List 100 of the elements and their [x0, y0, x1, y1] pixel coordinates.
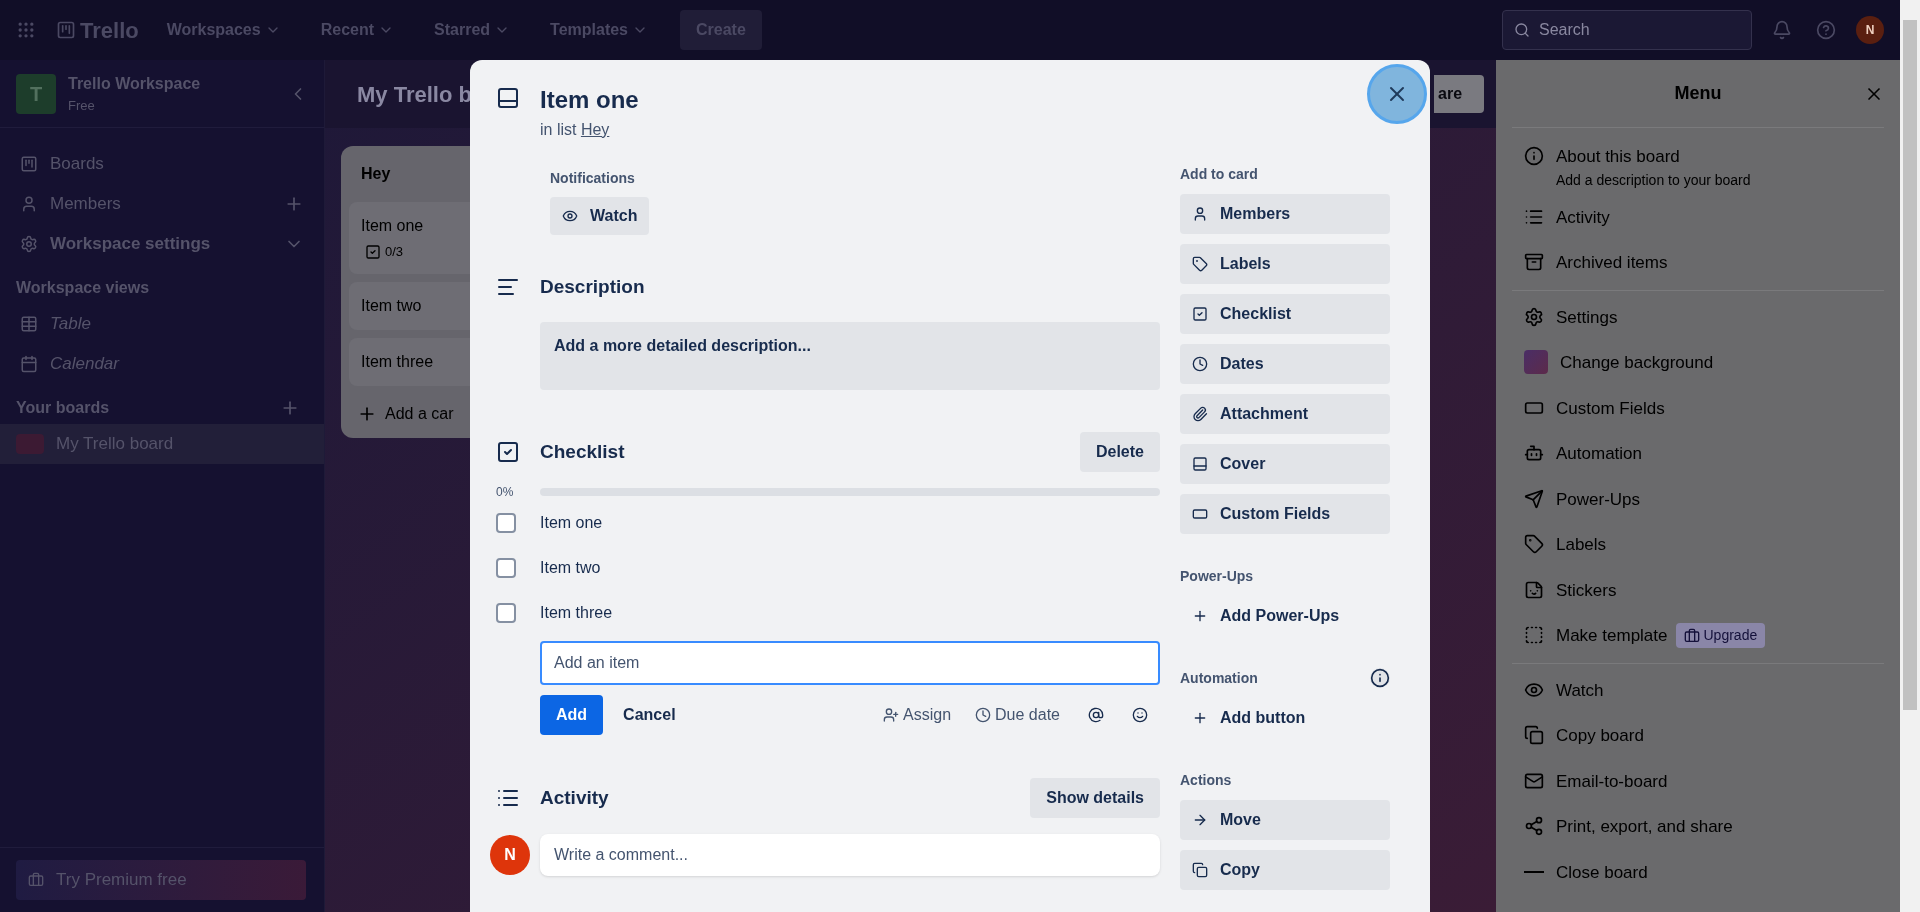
- emoji-icon[interactable]: [1132, 707, 1148, 723]
- search-field[interactable]: Search: [1502, 10, 1752, 50]
- assign-button[interactable]: Assign: [871, 697, 964, 733]
- gear-icon: [20, 235, 38, 253]
- sidebar-button[interactable]: Dates: [1180, 344, 1390, 384]
- menu-item[interactable]: Email-to-board: [1556, 768, 1668, 794]
- settings-icon: [1524, 306, 1544, 327]
- menu-item[interactable]: Close board: [1556, 859, 1648, 885]
- menu-item-description: Add a description to your board: [1556, 170, 1751, 190]
- menu-item[interactable]: Watch: [1556, 677, 1604, 703]
- calendar-icon: [20, 355, 38, 373]
- sidebar-button[interactable]: Add Power-Ups: [1180, 596, 1390, 636]
- section-heading: Activity: [540, 785, 610, 810]
- menu-item[interactable]: Change background: [1560, 350, 1714, 376]
- card-title[interactable]: Item one: [540, 84, 639, 116]
- menu-item[interactable]: About this board: [1556, 144, 1680, 170]
- delete-button[interactable]: Delete: [1079, 432, 1160, 472]
- menu-item[interactable]: Make template: [1556, 623, 1668, 649]
- sidebar-button[interactable]: Labels: [1180, 244, 1390, 284]
- sidebar-button[interactable]: Cover: [1180, 444, 1390, 484]
- mention-icon[interactable]: [1088, 707, 1104, 723]
- upgrade-badge[interactable]: Upgrade: [1675, 623, 1766, 649]
- sidebar-item[interactable]: Calendar: [50, 351, 119, 377]
- nav-menu[interactable]: Starred: [422, 12, 523, 48]
- help-icon[interactable]: [1816, 20, 1836, 40]
- watch-button[interactable]: Watch: [550, 197, 650, 235]
- checkbox[interactable]: [496, 557, 516, 578]
- info-icon[interactable]: [1370, 668, 1390, 688]
- sidebar-button[interactable]: Members: [1180, 194, 1390, 234]
- tag-icon: [1192, 256, 1208, 272]
- menu-item[interactable]: Archived items: [1556, 250, 1668, 276]
- section-heading: Checklist: [540, 439, 626, 464]
- show-details-button[interactable]: Show details: [1030, 778, 1160, 818]
- comment-field[interactable]: Write a comment...: [540, 834, 1160, 876]
- section-label: Automation: [1180, 668, 1259, 688]
- sidebar-item[interactable]: Boards: [50, 151, 304, 177]
- sidebar-item[interactable]: Table: [50, 311, 91, 337]
- scrollbar[interactable]: [1900, 0, 1920, 912]
- person-plus-icon: [883, 707, 900, 723]
- briefcase-icon: [1683, 627, 1700, 644]
- cancel-button[interactable]: Cancel: [603, 695, 696, 735]
- sidebar-button[interactable]: Attachment: [1180, 394, 1390, 434]
- close-button[interactable]: [1367, 64, 1427, 124]
- description-field[interactable]: Add a more detailed description...: [540, 322, 1160, 390]
- checklist-item[interactable]: Item three: [540, 600, 613, 625]
- checklist-item[interactable]: Item two: [540, 555, 601, 580]
- sidebar-button[interactable]: Move: [1180, 800, 1390, 840]
- field-icon: [1192, 506, 1208, 522]
- checkbox[interactable]: [496, 602, 516, 623]
- sidebar-button[interactable]: Add button: [1180, 698, 1390, 738]
- menu-item[interactable]: Print, export, and share: [1556, 814, 1733, 840]
- robot-icon: [1524, 443, 1544, 463]
- sticker-icon: [1524, 579, 1544, 600]
- nav-menu[interactable]: Recent: [308, 12, 407, 48]
- menu-title: Menu: [1674, 82, 1722, 105]
- table-icon: [20, 315, 38, 333]
- section-heading: Description: [540, 274, 645, 299]
- checklist-item[interactable]: Item one: [540, 510, 603, 535]
- add-card-link[interactable]: Add a car: [385, 401, 454, 426]
- person-icon: [1192, 206, 1208, 222]
- nav-menu[interactable]: Workspaces: [154, 12, 293, 48]
- add-button[interactable]: Add: [540, 695, 604, 735]
- card-icon: [1192, 456, 1208, 472]
- nav-menu[interactable]: Templates: [538, 12, 660, 48]
- info-icon: [1524, 146, 1544, 166]
- checklist-icon: [365, 243, 381, 260]
- apps-icon[interactable]: [16, 20, 36, 40]
- menu-item[interactable]: Automation: [1556, 441, 1642, 467]
- workspace-name: Trello Workspace: [68, 73, 202, 94]
- menu-item[interactable]: Custom Fields: [1556, 395, 1665, 421]
- dashed-square-icon: [1524, 625, 1544, 645]
- sidebar-item[interactable]: Workspace settings: [50, 231, 272, 257]
- menu-item[interactable]: Activity: [1556, 204, 1610, 230]
- share-icon: [1524, 816, 1544, 836]
- menu-item[interactable]: Labels: [1556, 532, 1607, 558]
- menu-item[interactable]: Stickers: [1556, 577, 1617, 603]
- due-date-button[interactable]: Due date: [963, 697, 1072, 733]
- card-icon: [496, 86, 520, 110]
- new-item-field[interactable]: Add an item: [540, 641, 1160, 685]
- share-button[interactable]: are: [1434, 75, 1484, 113]
- archive-icon: [1524, 252, 1544, 272]
- paper-plane-icon: [1524, 488, 1544, 509]
- sidebar-button[interactable]: Custom Fields: [1180, 494, 1390, 534]
- notification-icon[interactable]: [1772, 20, 1792, 40]
- sidebar-button[interactable]: Checklist: [1180, 294, 1390, 334]
- menu-item[interactable]: Copy board: [1556, 723, 1644, 749]
- card-list-info: in list Hey: [540, 120, 611, 140]
- user-avatar[interactable]: N: [1856, 16, 1884, 44]
- background-swatch: [1524, 350, 1548, 374]
- menu-item[interactable]: Settings: [1556, 304, 1618, 330]
- plus-icon: [1192, 710, 1208, 726]
- list-link[interactable]: Hey: [580, 121, 610, 138]
- checkbox[interactable]: [496, 512, 516, 533]
- checkbox-icon: [1192, 306, 1208, 322]
- premium-button[interactable]: Try Premium free: [16, 860, 306, 900]
- sidebar-item[interactable]: Members: [50, 191, 272, 217]
- sidebar-button[interactable]: Copy: [1180, 850, 1390, 890]
- logo[interactable]: Trello: [80, 13, 139, 47]
- menu-item[interactable]: Power-Ups: [1556, 486, 1641, 512]
- progress-percent: 0%: [496, 484, 515, 501]
